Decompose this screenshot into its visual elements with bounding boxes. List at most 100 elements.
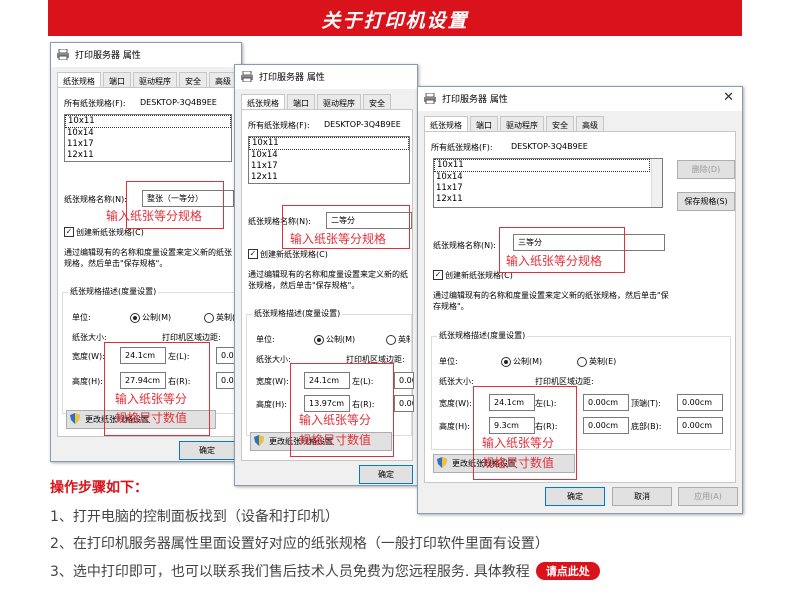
tab-bar: 纸张规格端口驱动程序安全高级 (241, 91, 417, 131)
list-item[interactable]: 11x17 (65, 139, 231, 150)
server-name: DESKTOP-3Q4B9EE (324, 120, 401, 129)
unit-label: 单位: (256, 335, 275, 344)
annotation-value-tip: 输入纸张等分 (299, 413, 372, 427)
printer-icon (424, 93, 436, 104)
height-label: 高度(H): (72, 377, 103, 386)
list-scrollbar[interactable] (651, 159, 662, 207)
form-name-label: 纸张规格名称(N): (433, 241, 496, 250)
banner: 关于打印机设置 (48, 0, 742, 36)
paper-size-label: 纸张大小: (439, 377, 474, 386)
english-radio[interactable] (386, 335, 396, 345)
right-input[interactable]: 0.00cm (583, 417, 629, 434)
height-label: 高度(H): (439, 422, 470, 431)
banner-title: 关于打印机设置 (321, 10, 469, 32)
paper-size-label: 纸张大小: (256, 355, 291, 364)
cancel-button[interactable]: 取消 (612, 487, 672, 506)
delete-button[interactable]: 删除(D) (677, 160, 735, 179)
top-input[interactable]: 0.00cm (677, 394, 723, 411)
create-form-checkbox[interactable]: ✓ (433, 270, 443, 280)
list-item[interactable]: 12x11 (65, 150, 231, 161)
window-title: 打印服务器 属性 (75, 51, 141, 61)
apply-label: 应用(A) (694, 492, 722, 501)
group-title: 纸张规格描述(度量设置) (252, 308, 343, 319)
annotation-value-tip2: 规格尺寸数值 (115, 411, 188, 425)
forms-list[interactable]: 10x11 10x14 11x17 12x11 (433, 158, 663, 208)
height-label: 高度(H): (256, 400, 287, 409)
all-forms-label: 所有纸张规格(F): (248, 121, 310, 130)
save-form-button[interactable]: 保存规格(S) (677, 192, 735, 211)
left-input[interactable]: 0.00cm (583, 394, 629, 411)
create-form-checkbox[interactable]: ✓ (64, 227, 74, 237)
ok-label: 确定 (199, 446, 215, 455)
group-title: 纸张规格描述(度量设置) (437, 330, 528, 341)
tab-bar: 纸张规格端口驱动程序安全高级 (57, 69, 239, 89)
step-3-text: 3、选中打印即可，也可以联系我们售后技术人员免费为您远程服务. 具体教程 (50, 564, 530, 580)
cancel-label: 取消 (634, 492, 650, 501)
annotation-name-tip: 输入纸张等分规格 (290, 232, 387, 246)
metric-radio[interactable] (314, 335, 324, 345)
window-title: 打印服务器 属性 (442, 95, 508, 105)
titlebar: 打印服务器 属性 (51, 43, 241, 67)
shield-icon (437, 457, 447, 468)
right-input[interactable]: 0.00 (394, 395, 414, 412)
list-item[interactable]: 12x11 (249, 172, 409, 183)
forms-list[interactable]: 10x11 10x14 11x17 12x11 (64, 114, 232, 162)
tab-bar: 纸张规格端口驱动程序安全高级 (424, 113, 606, 133)
create-form-checkbox[interactable]: ✓ (248, 249, 258, 259)
list-item[interactable]: 10x14 (65, 128, 231, 139)
metric-label: 公制(M) (326, 335, 356, 344)
close-icon[interactable]: ✕ (723, 90, 734, 105)
metric-label: 公制(M) (513, 357, 543, 366)
form-name-label: 纸张规格名称(N): (64, 195, 127, 204)
all-forms-label: 所有纸张规格(F): (431, 143, 493, 152)
annotation-name-tip: 输入纸张等分规格 (506, 254, 603, 268)
step-3: 3、选中打印即可，也可以联系我们售后技术人员免费为您远程服务. 具体教程 请点此处 (50, 561, 600, 581)
width-label: 宽度(W): (439, 399, 472, 408)
apply-button[interactable]: 应用(A) (678, 487, 738, 506)
step-2: 2、在打印机服务器属性里面设置好对应的纸张规格（一般打印软件里面有设置） (50, 536, 549, 552)
list-item[interactable]: 11x17 (434, 183, 662, 194)
titlebar: 打印服务器 属性 (235, 65, 417, 89)
width-label: 宽度(W): (72, 352, 105, 361)
english-radio[interactable] (577, 357, 587, 367)
list-item[interactable]: 10x11 (434, 159, 650, 172)
metric-radio[interactable] (501, 357, 511, 367)
delete-label: 删除(D) (691, 165, 721, 174)
left-input[interactable]: 0.00 (394, 372, 414, 389)
bottom-label: 底部(B): (631, 422, 662, 431)
english-radio[interactable] (204, 313, 214, 323)
hint-text: 通过编辑现有的名称和度量设置来定义新的纸张规格，然后单击"保存规格"。 (64, 248, 232, 268)
list-item[interactable]: 10x14 (434, 172, 662, 183)
ok-label: 确定 (567, 492, 583, 501)
list-item[interactable]: 12x11 (434, 194, 662, 205)
list-item[interactable]: 11x17 (249, 161, 409, 172)
list-item[interactable]: 10x11 (249, 137, 409, 150)
hint-text: 通过编辑现有的名称和度量设置来定义新的纸张规格，然后单击"保存规格"。 (433, 291, 669, 311)
tutorial-link[interactable]: 请点此处 (535, 562, 600, 580)
annotation-value-tip2: 规格尺寸数值 (482, 456, 555, 470)
ok-button[interactable]: 确定 (545, 487, 605, 506)
printer-icon (241, 71, 253, 82)
ok-button[interactable]: 确定 (359, 465, 413, 484)
create-form-label: 创建新纸张规格(C) (260, 250, 328, 259)
bottom-input[interactable]: 0.00cm (677, 417, 723, 434)
tab-panel: 所有纸张规格(F): DESKTOP-3Q4B9EE 10x11 10x14 1… (424, 131, 736, 483)
server-name: DESKTOP-3Q4B9EE (140, 98, 217, 107)
ok-button[interactable]: 确定 (179, 441, 235, 460)
metric-label: 公制(M) (142, 313, 172, 322)
paper-size-label: 纸张大小: (72, 333, 107, 342)
all-forms-label: 所有纸张规格(F): (64, 99, 126, 108)
unit-label: 单位: (72, 313, 91, 322)
server-name: DESKTOP-3Q4B9EE (511, 142, 588, 151)
metric-radio[interactable] (130, 313, 140, 323)
forms-list[interactable]: 10x11 10x14 11x17 12x11 (248, 136, 410, 184)
save-form-label: 保存规格(S) (684, 197, 728, 206)
window-title: 打印服务器 属性 (259, 73, 325, 83)
annotation-name-tip: 输入纸张等分规格 (106, 209, 203, 223)
list-item[interactable]: 10x11 (65, 115, 231, 128)
annotation-value-tip2: 规格尺寸数值 (299, 433, 372, 447)
english-label: 英制(E) (589, 357, 617, 366)
properties-window-3: 打印服务器 属性 ✕ 纸张规格 端口 驱动程序 安全 高级 所有纸张规格(F): DES… (417, 86, 743, 514)
group-title: 纸张规格描述(度量设置) (68, 286, 159, 297)
list-item[interactable]: 10x14 (249, 150, 409, 161)
